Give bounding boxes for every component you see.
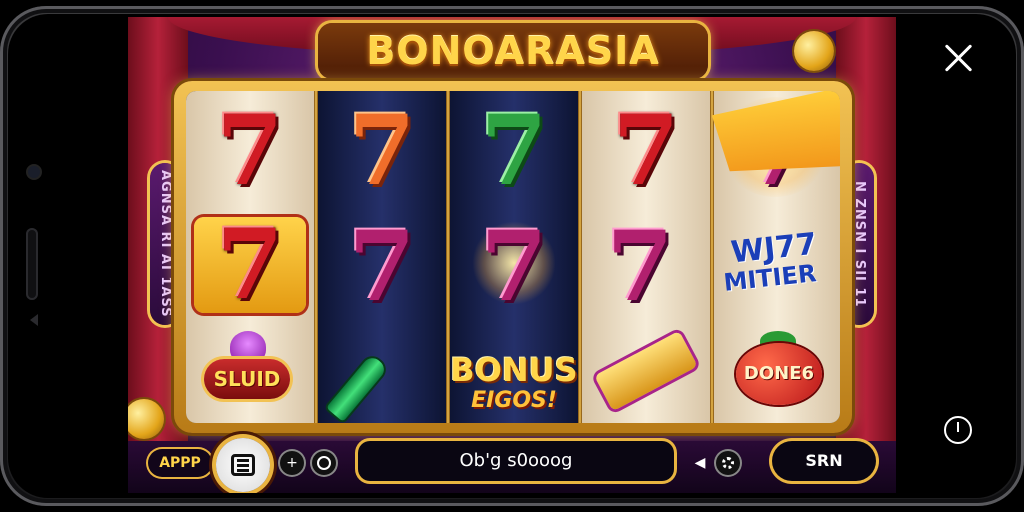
coin-toggle-button[interactable]	[312, 451, 336, 475]
seven-symbol: 7	[348, 94, 416, 207]
sound-button[interactable]: ◀	[688, 451, 712, 475]
seven-symbol: 7	[606, 210, 674, 323]
bonus-subtitle: EIGOS!	[471, 388, 557, 413]
reel-frame: 7 7 SLUID 7 7 7 7 BONUS EIGOS! 7 7 WJ77 …	[174, 81, 852, 433]
bonus-title: BONUS	[450, 351, 578, 389]
reel-window: 7 7 SLUID 7 7 7 7 BONUS EIGOS! 7 7 WJ77 …	[186, 91, 840, 423]
reel-4: 7 7	[582, 91, 710, 423]
crayon-icon	[326, 354, 388, 422]
coin-icon	[794, 31, 834, 71]
settings-button[interactable]	[716, 451, 740, 475]
plus-button[interactable]: +	[280, 451, 304, 475]
power-icon[interactable]	[944, 416, 972, 444]
circle-icon	[317, 456, 331, 470]
gold-bar-icon	[594, 330, 698, 412]
menu-button[interactable]	[216, 438, 270, 492]
gear-icon	[722, 457, 734, 469]
balance-display: Ob'g s0ooog	[358, 441, 674, 481]
side-button	[30, 314, 38, 326]
app-button[interactable]: APPP	[148, 449, 212, 477]
tomato-badge-label: DONE6	[743, 363, 815, 384]
game-title: BONOARASIA	[366, 29, 660, 73]
reel-2: 7 7	[318, 91, 446, 423]
seven-symbol-glowing: 7	[480, 210, 548, 323]
phone-speaker	[26, 228, 38, 300]
seven-symbol: 7	[348, 210, 416, 323]
reel-1: 7 7 SLUID	[186, 91, 314, 423]
slud-badge: SLUID	[204, 359, 290, 399]
seven-symbol: 7	[480, 94, 548, 207]
title-plate: BONOARASIA	[318, 23, 708, 79]
front-camera	[28, 166, 40, 178]
reel-5: 7 WJ77 MITIER DONE6	[714, 91, 840, 423]
spin-button[interactable]: SRN	[772, 441, 876, 481]
seven-symbol-highlighted: 7	[194, 217, 306, 313]
seven-symbol: 7	[612, 94, 680, 207]
slot-game-screen: BONOARASIA AGNSA RI AI 1ASS N ZNSN I SII…	[128, 17, 896, 493]
close-icon[interactable]	[940, 40, 976, 76]
menu-icon	[231, 454, 255, 476]
reel-3: 7 7 BONUS EIGOS!	[450, 91, 578, 423]
seven-symbol: 7	[216, 94, 284, 207]
